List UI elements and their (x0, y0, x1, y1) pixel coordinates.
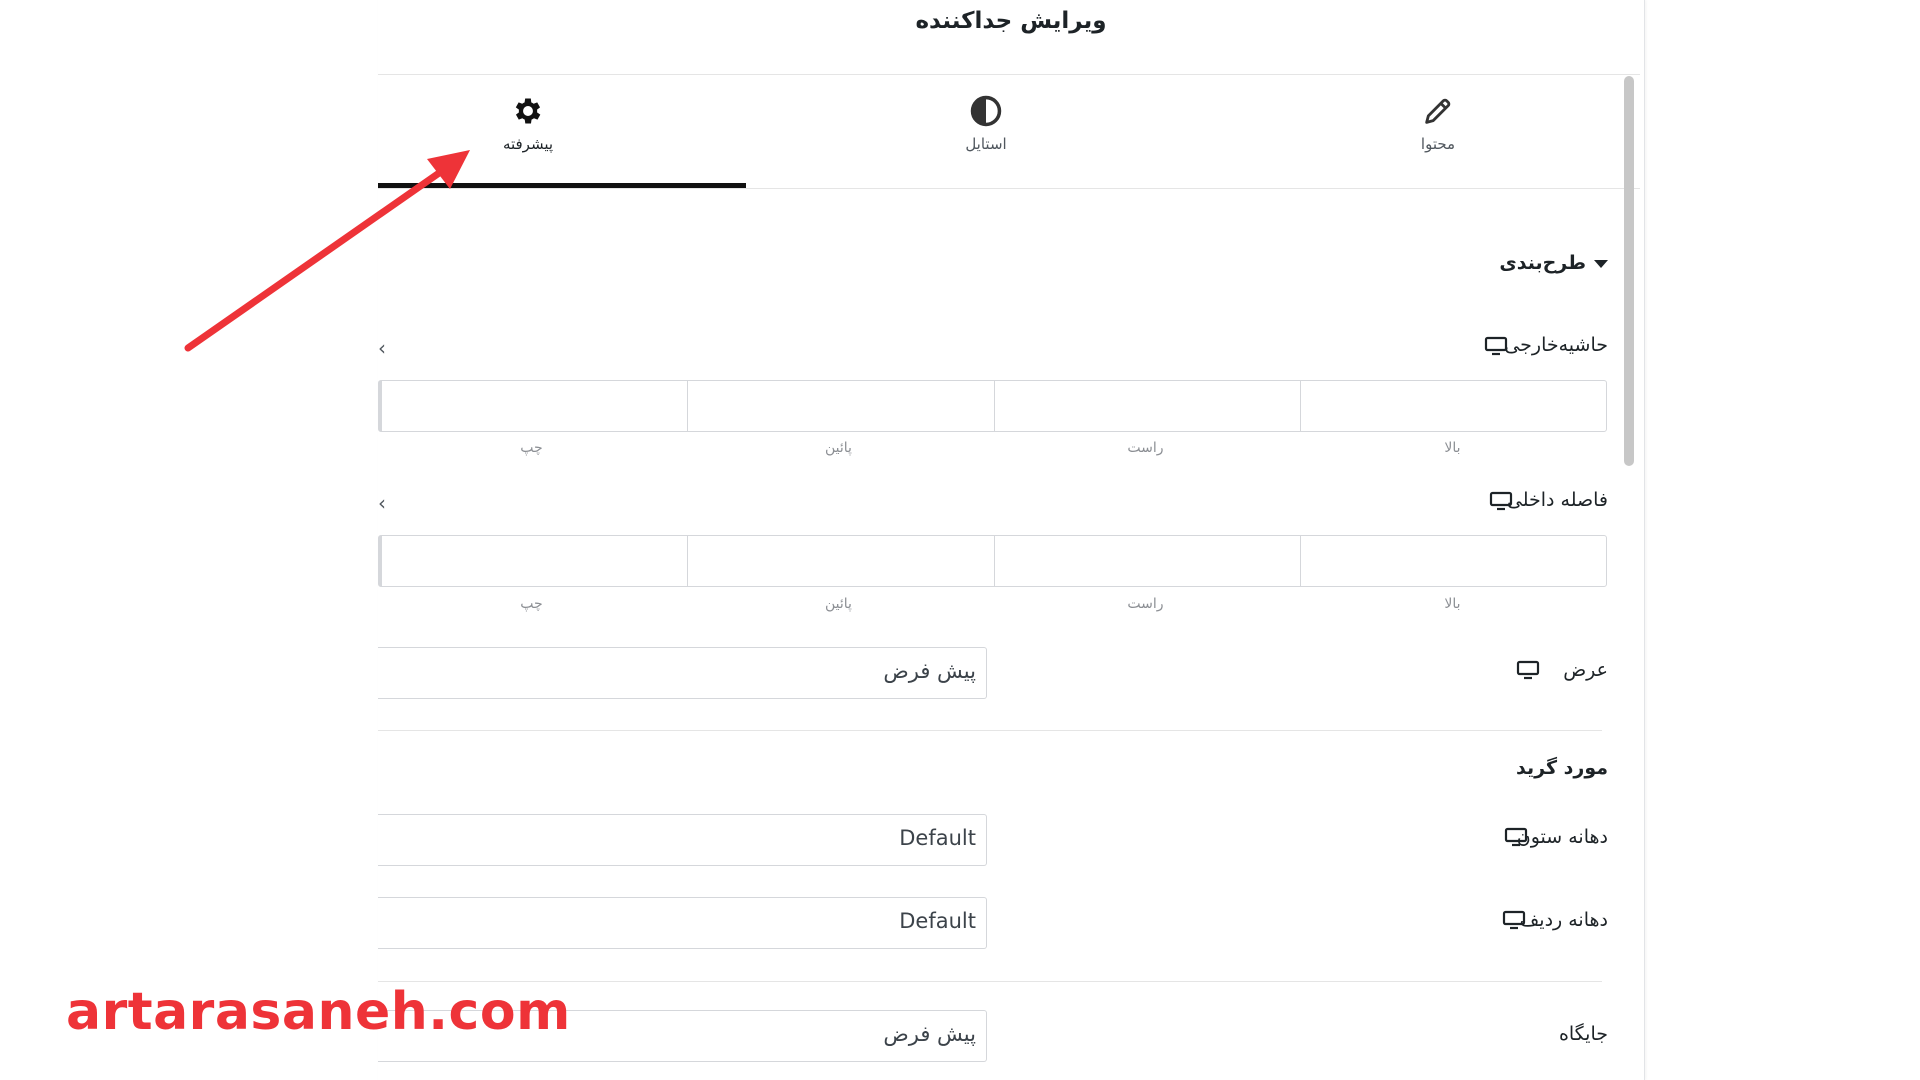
watermark-text: artarasaneh.com (66, 982, 571, 1042)
annotation-arrow (184, 150, 470, 352)
